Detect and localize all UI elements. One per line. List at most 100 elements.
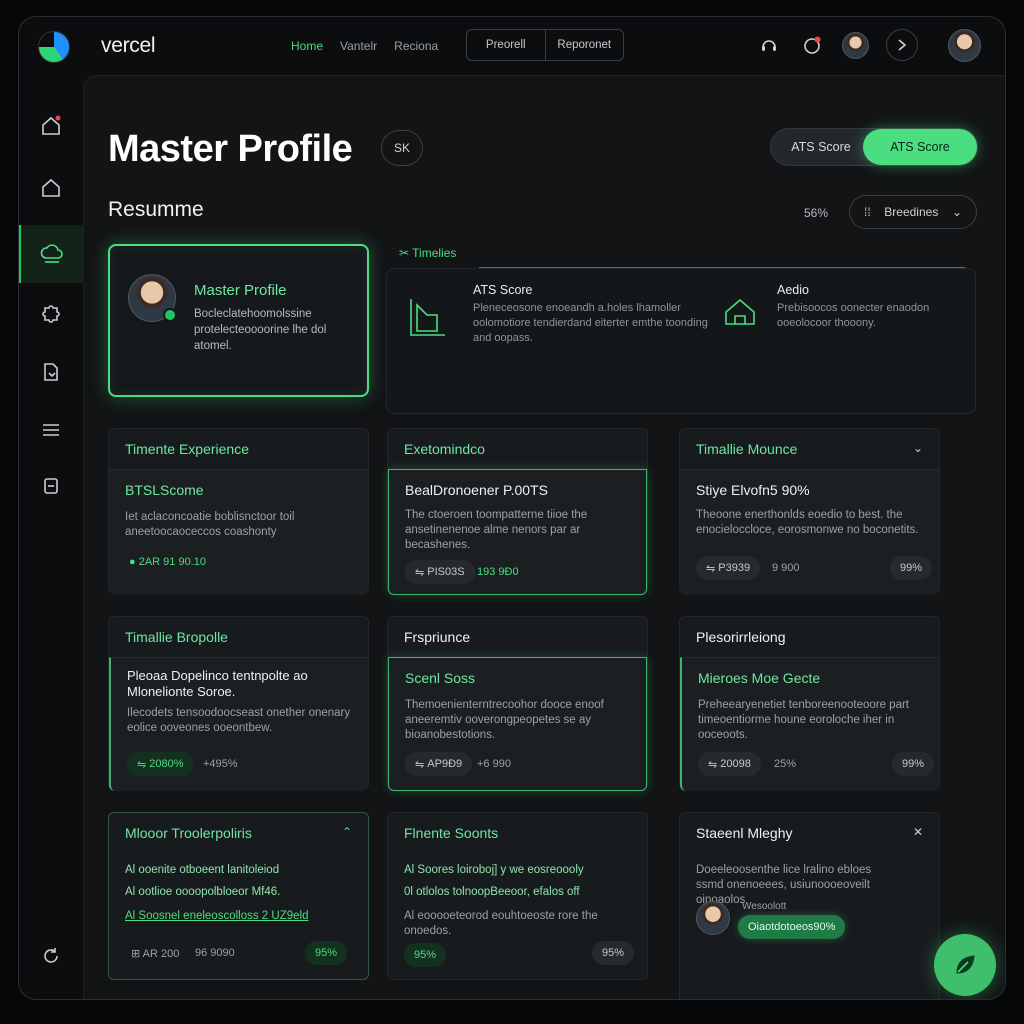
headset-icon[interactable]: [756, 32, 782, 58]
segment-preorell[interactable]: Preorell: [467, 30, 545, 60]
card-timallie-mounce[interactable]: Timallie Mounce ⌄ Stiye Elvofn5 90% Theo…: [679, 428, 940, 595]
sidebar-item-cloud[interactable]: [19, 225, 83, 283]
sidebar-item-puzzle[interactable]: [19, 285, 83, 343]
card-frspriunce[interactable]: Frspriunce Scenl Soss Themoenienterntrec…: [387, 616, 648, 791]
user-avatar[interactable]: [948, 29, 981, 62]
sidebar-item-refresh[interactable]: [19, 927, 83, 985]
chip-value: AP9Ð9: [427, 758, 463, 770]
main-panel: Master Profile SK ATS Score ATS Score Re…: [83, 75, 1005, 999]
card-flnente-soonts[interactable]: Flnente Soonts Al Soores loiroboj] y we …: [387, 812, 648, 980]
chip-value: 2080%: [149, 758, 184, 770]
card-item-desc: The ctoeroen toompatterne tiioe the anse…: [405, 509, 588, 551]
card-line-2: 0l otlolos tolnoopBeeoor, efalos off: [404, 886, 580, 898]
vercel-logo-icon[interactable]: [38, 31, 70, 63]
chevron-down-icon[interactable]: ⌄: [913, 441, 923, 455]
nav-home[interactable]: Home: [291, 39, 323, 53]
card-stat-2: 96 9090: [195, 947, 235, 959]
timeline-item2-desc: Prebisoocos oonecter enaodon ooeolocoor …: [777, 302, 930, 329]
card-item-title: Mieroes Moe Gecte: [698, 670, 821, 686]
card-line-1: Al ooenite otboeent lanitoleiod: [125, 864, 280, 876]
title-pill-button[interactable]: SK: [381, 130, 423, 166]
card-head: Timallie Mounce: [696, 441, 798, 457]
card-desc: Doeeleoosenthe lice lralino ebloes ssmd …: [696, 864, 872, 906]
nav-reciona[interactable]: Reciona: [394, 39, 438, 53]
home-icon: [42, 115, 61, 135]
puzzle-icon: [42, 305, 60, 323]
card-timente-experience[interactable]: Timente Experience BTSLScome Iet aclacon…: [108, 428, 369, 595]
notification-icon[interactable]: [799, 32, 825, 58]
close-icon[interactable]: ✕: [913, 825, 923, 839]
chevron-up-icon[interactable]: ⌃: [342, 825, 352, 839]
sidebar: [19, 75, 83, 999]
card-staeenl-mleghy[interactable]: Staeenl Mleghy ✕ Doeeleoosenthe lice lra…: [679, 812, 940, 999]
card-stat: ⊞ AR 200: [131, 948, 180, 960]
sidebar-item-home-alert[interactable]: [19, 97, 83, 155]
timeline-panel: ATS Score Pleneceosone enoeandh a.holes …: [386, 268, 976, 414]
status-pill[interactable]: Oiaotdotoeos90%: [738, 915, 846, 939]
filter-dropdown[interactable]: ⁞⁞ Breedines ⌄: [849, 195, 977, 229]
card-chip: ⇋ P3939: [696, 556, 761, 580]
card-line-3[interactable]: Al Soosnel eneleoscolloss 2 UZ9eld: [125, 909, 355, 924]
card-stat: ● 2AR 91 90.10: [129, 556, 206, 568]
card-inner: Mieroes Moe Gecte Preheearyenetiet tenbo…: [680, 657, 939, 791]
cloud-icon: [40, 244, 63, 263]
card-chip: ⇋ PIS03S: [405, 560, 475, 584]
chart-doc-icon: [410, 299, 445, 336]
top-nav: Home Vantelr Reciona: [291, 39, 438, 53]
floating-action-button[interactable]: [934, 934, 996, 996]
card-item-desc: Iet aclaconcoatie boblisnctoor toil anee…: [125, 511, 295, 538]
card-stat: +495%: [203, 758, 238, 770]
sidebar-item-list[interactable]: [19, 401, 83, 459]
card-timallie-bropolle[interactable]: Timallie Bropolle Pleoaa Dopelinco tentn…: [108, 616, 369, 791]
collapse-button[interactable]: [886, 29, 918, 61]
page-title: Master Profile: [108, 128, 353, 170]
ats-score-toggle[interactable]: ATS Score ATS Score: [770, 128, 978, 166]
chip-value: P3939: [718, 562, 751, 574]
card-stat-value: AR 200: [142, 948, 180, 960]
ats-toggle-off[interactable]: ATS Score: [771, 129, 871, 165]
card-item-desc: Theoone enerthonlds eoedio to best. the …: [696, 509, 919, 536]
document-icon: [44, 363, 58, 381]
card-plesorirrleiong[interactable]: Plesorirrleiong Mieroes Moe Gecte Prehee…: [679, 616, 940, 791]
card-item-title: BealDronoener P.00TS: [405, 482, 548, 498]
sidebar-item-home[interactable]: [19, 159, 83, 217]
resume-percent: 56%: [804, 206, 829, 220]
chip-value: PIS03S: [427, 566, 465, 578]
card-exetomindco[interactable]: Exetomindco BealDronoener P.00TS The cto…: [387, 428, 648, 595]
profile-card-description: Bocleclatehoomolssine protelecteoooorine…: [194, 308, 327, 352]
timeline-item1-desc: Pleneceosone enoeandh a.holes lhamoller …: [473, 302, 708, 344]
card-head: Flnente Soonts: [404, 825, 499, 841]
card-head: Timente Experience: [125, 441, 249, 457]
card-mlooor-troolerpoliris[interactable]: Mlooor Troolerpoliris ⌃ Al ooenite otboe…: [108, 812, 369, 980]
timeline-item2-title: Aedio: [777, 283, 809, 297]
chip-value: 20098: [720, 758, 751, 770]
app-window: vercel Home Vantelr Reciona Preorell Rep…: [18, 16, 1006, 1000]
house-outline-icon: [725, 298, 755, 325]
card-chip-right: 99%: [892, 752, 935, 776]
pill-label: Wesoolott: [742, 901, 787, 912]
sidebar-item-document[interactable]: [19, 343, 83, 401]
card-stat: 25%: [774, 758, 797, 770]
sidebar-item-notes[interactable]: [19, 457, 83, 515]
verified-badge-icon: [163, 308, 177, 322]
timeline-item1-title: ATS Score: [473, 283, 533, 297]
card-stat: 193 9Ð0: [477, 566, 519, 578]
note-icon: [44, 478, 58, 494]
top-bar: vercel Home Vantelr Reciona Preorell Rep…: [19, 17, 1005, 75]
view-segment: Preorell Reporonet: [466, 29, 624, 61]
ats-toggle-on[interactable]: ATS Score: [863, 129, 977, 165]
timeline-label-text: Timelies: [412, 246, 457, 260]
card-item-title: Scenl Soss: [405, 670, 476, 686]
card-inner: BealDronoener P.00TS The ctoeroen toompa…: [388, 469, 647, 595]
user-avatar-small[interactable]: [842, 32, 869, 59]
refresh-icon: [44, 948, 58, 963]
card-item-title: Stiye Elvofn5 90%: [696, 482, 810, 498]
master-profile-card[interactable]: Master Profile Bocleclatehoomolssine pro…: [108, 244, 369, 397]
card-chip: ⇋ 20098: [698, 752, 761, 776]
card-inner: BTSLScome Iet aclaconcoatie boblisnctoor…: [109, 469, 368, 595]
card-item-desc: Ilecodets tensoodoocseast onether onenar…: [127, 707, 351, 734]
segment-reporonet[interactable]: Reporonet: [544, 30, 624, 60]
dropdown-label: Breedines: [884, 205, 939, 219]
nav-vantelr[interactable]: Vantelr: [340, 39, 377, 53]
card-head: Plesorirrleiong: [696, 629, 786, 645]
